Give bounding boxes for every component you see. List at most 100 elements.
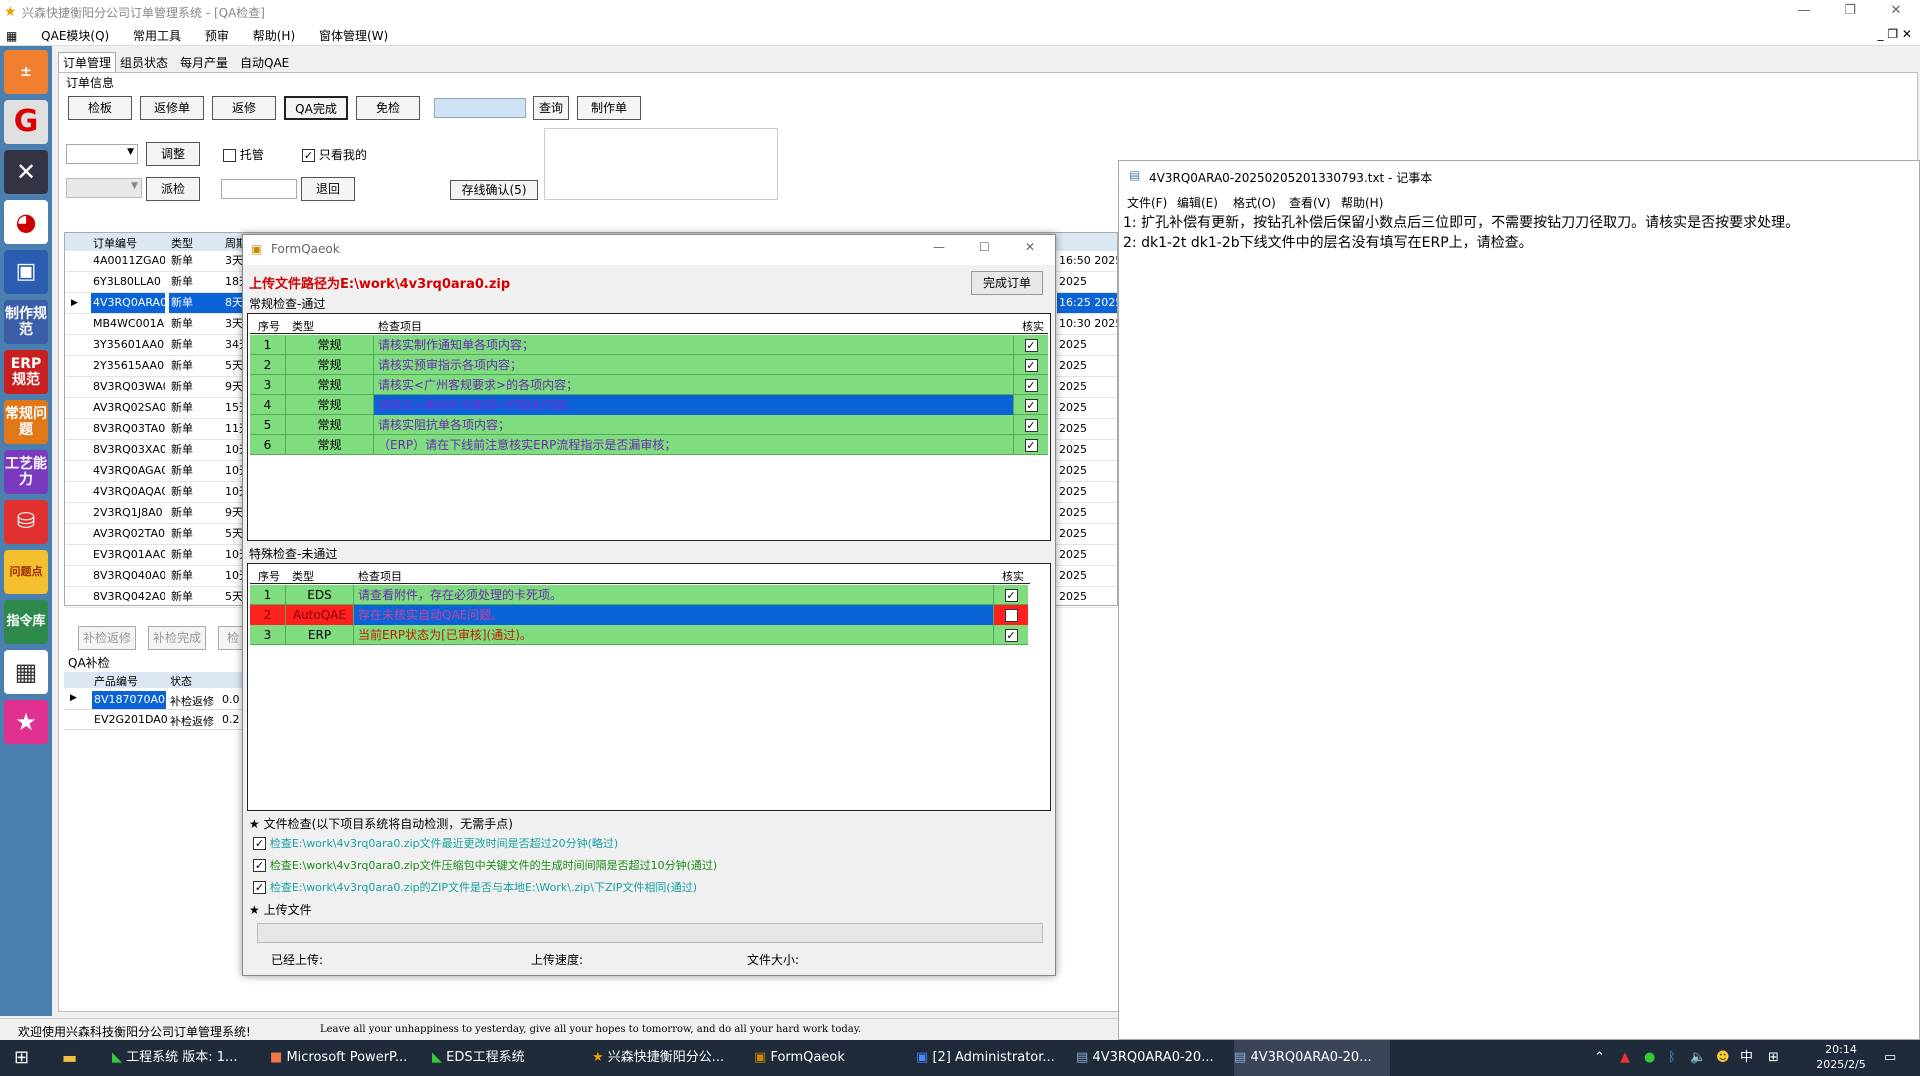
verify-checkbox[interactable]: ✓ <box>994 585 1028 605</box>
verify-checkbox[interactable] <box>994 605 1028 625</box>
menu-qae[interactable]: QAE模块(Q) <box>31 24 119 47</box>
star-icon[interactable]: ★ <box>4 700 48 744</box>
notepad-menu-format[interactable]: 格式(O) <box>1233 194 1276 211</box>
chart-pie-icon[interactable]: ◕ <box>4 200 48 244</box>
notepad-menu-help[interactable]: 帮助(H) <box>1341 194 1383 211</box>
check-row[interactable]: 4 常规 请核实<衡阳补充客规>的相关内容； ✓ <box>250 395 1048 415</box>
trust-checkbox[interactable]: 托管 <box>223 146 264 163</box>
windows-start-icon[interactable]: ⊞ <box>14 1040 29 1076</box>
tray-emoji-icon[interactable]: ☻ <box>1716 1040 1730 1076</box>
supp-done-button[interactable]: 补检完成 <box>148 626 206 650</box>
notification-icon[interactable]: ▭ <box>1884 1040 1896 1076</box>
maximize-button[interactable]: ❐ <box>1828 0 1872 24</box>
verify-checkbox[interactable]: ✓ <box>1014 335 1048 355</box>
mdi-controls[interactable]: _ ❐ ✕ <box>1878 27 1912 41</box>
minimize-button[interactable]: — <box>1782 0 1826 24</box>
process-capability-button[interactable]: 工艺能力 <box>4 450 48 494</box>
check-row[interactable]: 5 常规 请核实阻抗单各项内容； ✓ <box>250 415 1048 435</box>
notepad-text-area[interactable]: 1: 扩孔补偿有更新，按钻孔补偿后保留小数点后三位即可，不需要按钻刀刀径取刀。请… <box>1123 213 1913 1023</box>
special-check-row[interactable]: 1 EDS 请查看附件，存在必须处理的卡死项。 ✓ <box>250 585 1028 605</box>
taskbar-item[interactable]: ▤ 4V3RQ0ARA0-20... <box>1076 1040 1226 1076</box>
exempt-button[interactable]: 免检 <box>356 96 420 120</box>
ime-indicator[interactable]: 中 <box>1740 1040 1753 1076</box>
wechat-icon[interactable]: ● <box>1644 1040 1655 1076</box>
table-row[interactable]: EV2G201DA0 补检返修 0.2 <box>64 710 244 730</box>
menu-tools[interactable]: 常用工具 <box>123 24 191 47</box>
g-logo-icon[interactable]: G <box>4 100 48 144</box>
save-icon[interactable]: ▣ <box>4 250 48 294</box>
file-check-item[interactable]: ✓ 检查E:\work\4v3rq0ara0.zip文件最近更改时间是否超过20… <box>253 835 618 851</box>
taskbar-item[interactable]: ■ Microsoft PowerP... <box>270 1040 420 1076</box>
dialog-close-button[interactable]: ✕ <box>1025 240 1035 254</box>
check-row[interactable]: 3 常规 请核实<广州客规要求>的各项内容； ✓ <box>250 375 1048 395</box>
special-check-row[interactable]: 3 ERP 当前ERP状态为[已审核](通过)。 ✓ <box>250 625 1028 645</box>
rework-button[interactable]: 返修 <box>212 96 276 120</box>
verify-checkbox[interactable]: ✓ <box>1014 355 1048 375</box>
check-row[interactable]: 6 常规 （ERP）请在下线前注意核实ERP流程指示是否漏审核； ✓ <box>250 435 1048 455</box>
taskbar-item[interactable]: ◣ 工程系统 版本: 1... <box>112 1040 262 1076</box>
supp-rework-button[interactable]: 补检返修 <box>78 626 136 650</box>
verify-checkbox[interactable]: ✓ <box>1014 375 1048 395</box>
dispatch-select[interactable]: ▼ <box>66 178 142 198</box>
taskbar-item[interactable]: ★ 兴森快捷衡阳分公... <box>592 1040 742 1076</box>
instruction-lib-button[interactable]: 指令库 <box>4 600 48 644</box>
adjust-button[interactable]: 调整 <box>146 142 200 166</box>
volume-icon[interactable]: 🔈 <box>1690 1040 1706 1076</box>
ime-mode-icon[interactable]: ⊞ <box>1768 1040 1779 1076</box>
qa-complete-button[interactable]: QA完成 <box>284 96 348 120</box>
only-mine-checkbox[interactable]: ✓ 只看我的 <box>302 146 367 163</box>
close-button[interactable]: ✕ <box>1874 0 1918 24</box>
order-search-input[interactable] <box>434 98 526 118</box>
dialog-maximize-button[interactable]: ☐ <box>979 240 990 254</box>
dispatch-button[interactable]: 派检 <box>146 177 200 201</box>
dialog-minimize-button[interactable]: — <box>933 240 945 254</box>
verify-checkbox[interactable]: ✓ <box>1014 415 1048 435</box>
table-row[interactable]: ▶ 8V187070A0 补检返修 0.0 <box>64 690 244 710</box>
calendar-icon[interactable]: ▦ <box>4 650 48 694</box>
notepad-menu-view[interactable]: 查看(V) <box>1289 194 1331 211</box>
complete-order-button[interactable]: 完成订单 <box>971 271 1043 295</box>
menu-preaudit[interactable]: 预审 <box>195 24 239 47</box>
tray-app-icon[interactable]: ▲ <box>1620 1040 1630 1076</box>
taskbar-item[interactable]: ▣ [2] Administrator... <box>916 1040 1066 1076</box>
menu-help[interactable]: 帮助(H) <box>243 24 305 47</box>
file-explorer-icon[interactable]: ▬ <box>62 1040 77 1076</box>
file-check-item[interactable]: ✓ 检查E:\work\4v3rq0ara0.zip的ZIP文件是否与本地E:\… <box>253 879 697 895</box>
clock[interactable]: 20:14 2025/2/5 <box>1806 1042 1876 1074</box>
inspect-board-button[interactable]: 检板 <box>68 96 132 120</box>
menu-window[interactable]: 窗体管理(W) <box>309 24 398 47</box>
database-icon[interactable]: ⛁ <box>4 500 48 544</box>
verify-checkbox[interactable]: ✓ <box>994 625 1028 645</box>
tools-icon[interactable]: ✕ <box>4 150 48 194</box>
rework-order-button[interactable]: 返修单 <box>140 96 204 120</box>
verify-checkbox[interactable]: ✓ <box>1014 435 1048 455</box>
issue-point-button[interactable]: 问题点 <box>4 550 48 594</box>
online-confirm-button[interactable]: 存线确认(5) <box>450 180 538 200</box>
notepad-menu-file[interactable]: 文件(F) <box>1127 194 1167 211</box>
erp-spec-button[interactable]: ERP规范 <box>4 350 48 394</box>
tray-chevron-icon[interactable]: ⌃ <box>1594 1040 1605 1076</box>
notepad-menu-edit[interactable]: 编辑(E) <box>1177 194 1218 211</box>
make-order-button[interactable]: 制作单 <box>577 96 641 120</box>
common-issue-button[interactable]: 常规问题 <box>4 400 48 444</box>
tab-monthly-output[interactable]: 每月产量 <box>180 54 228 71</box>
app-menu-icon[interactable]: ▦ <box>0 26 27 46</box>
taskbar-item[interactable]: ◣ EDS工程系统 <box>432 1040 582 1076</box>
taskbar-item[interactable]: ▣ FormQaeok <box>754 1040 904 1076</box>
file-check-item[interactable]: ✓ 检查E:\work\4v3rq0ara0.zip文件压缩包中关键文件的生成时… <box>253 857 717 873</box>
check-row[interactable]: 2 常规 请核实预审指示各项内容； ✓ <box>250 355 1048 375</box>
bluetooth-icon[interactable]: ᛒ <box>1668 1040 1676 1076</box>
query-button[interactable]: 查询 <box>533 96 569 120</box>
tab-auto-qae[interactable]: 自动QAE <box>240 54 289 71</box>
adjust-select[interactable]: ▼ <box>66 144 138 164</box>
make-spec-button[interactable]: 制作规范 <box>4 300 48 344</box>
taskbar-item[interactable]: ▤ 4V3RQ0ARA0-20... <box>1234 1040 1390 1076</box>
verify-checkbox[interactable]: ✓ <box>1014 395 1048 415</box>
return-reason-input[interactable] <box>221 179 297 199</box>
check-row[interactable]: 1 常规 请核实制作通知单各项内容； ✓ <box>250 335 1048 355</box>
special-check-row[interactable]: 2 AutoQAE 存在未核实自动QAE问题。 <box>250 605 1028 625</box>
tab-order-manage[interactable]: 订单管理 <box>58 52 117 72</box>
return-button[interactable]: 退回 <box>301 177 355 201</box>
calculator-icon[interactable]: ± <box>4 50 48 94</box>
tab-member-status[interactable]: 组员状态 <box>120 54 168 71</box>
